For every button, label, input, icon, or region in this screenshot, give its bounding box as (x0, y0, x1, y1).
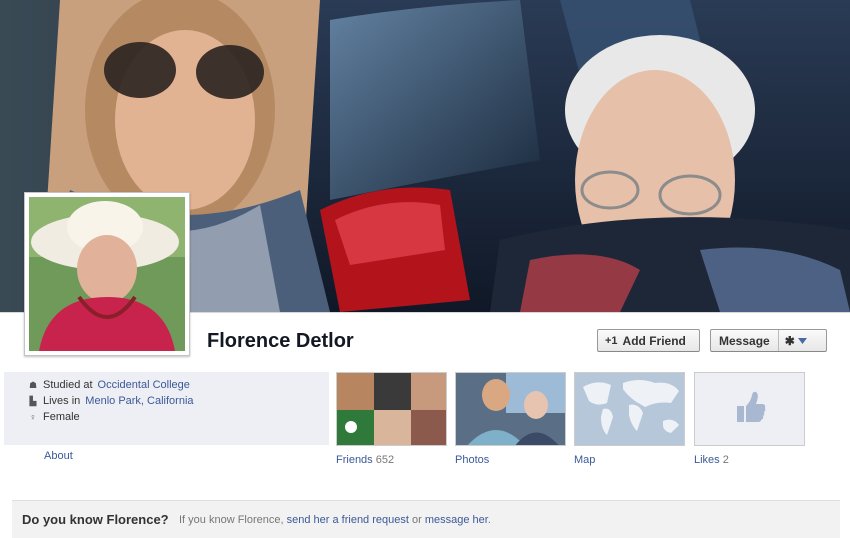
photos-tile[interactable] (455, 372, 566, 446)
photos-label[interactable]: Photos (455, 454, 489, 466)
lives-prefix: Lives in (43, 395, 81, 407)
profile-picture[interactable] (24, 192, 190, 356)
studied-prefix: Studied at (43, 379, 93, 391)
graduation-cap-icon: ☗ (28, 379, 38, 390)
add-friend-button[interactable]: +1 Add Friend (597, 329, 700, 352)
studied-link[interactable]: Occidental College (98, 379, 190, 391)
know-text-suffix: . (487, 514, 491, 526)
gender-icon: ♀ (29, 412, 37, 422)
thumbs-up-icon (737, 391, 766, 422)
profile-name: Florence Detlor (207, 330, 354, 352)
likes-count: 2 (722, 454, 729, 466)
map-label[interactable]: Map (574, 454, 595, 466)
location-row: ▙ Lives in Menlo Park, California (28, 395, 194, 407)
map-tile[interactable] (574, 372, 685, 446)
know-text-prefix: If you know Florence, (179, 514, 284, 526)
friends-label[interactable]: Friends 652 (336, 454, 394, 466)
do-you-know-bar: Do you know Florence? If you know Floren… (12, 500, 840, 538)
message-button[interactable]: Message (711, 330, 779, 351)
house-icon: ▙ (29, 395, 37, 406)
do-you-know-title: Do you know Florence? (22, 512, 169, 527)
likes-tile[interactable] (694, 372, 805, 446)
gender-value: Female (43, 411, 80, 423)
settings-dropdown[interactable]: ✱ (779, 334, 807, 348)
send-friend-request-link[interactable]: send her a friend request (287, 514, 409, 526)
add-friend-icon: +1 (605, 334, 618, 347)
friends-tile[interactable] (336, 372, 447, 446)
chevron-down-icon (797, 337, 807, 344)
gear-icon: ✱ (784, 333, 795, 348)
about-link[interactable]: About (44, 450, 73, 462)
likes-label-text: Likes (694, 454, 720, 466)
know-text-mid: or (412, 514, 422, 526)
lives-link[interactable]: Menlo Park, California (85, 395, 193, 407)
friends-count: 652 (375, 454, 395, 466)
do-you-know-text: If you know Florence, send her a friend … (179, 514, 491, 526)
likes-label[interactable]: Likes 2 (694, 454, 729, 466)
gender-row: ♀ Female (28, 411, 80, 423)
message-button-group: Message ✱ (710, 329, 827, 352)
profile-info-box: ☗ Studied at Occidental College ▙ Lives … (4, 372, 329, 445)
education-row: ☗ Studied at Occidental College (28, 379, 190, 391)
message-her-link[interactable]: message her (425, 514, 488, 526)
friends-label-text: Friends (336, 454, 373, 466)
add-friend-label: Add Friend (622, 333, 686, 348)
